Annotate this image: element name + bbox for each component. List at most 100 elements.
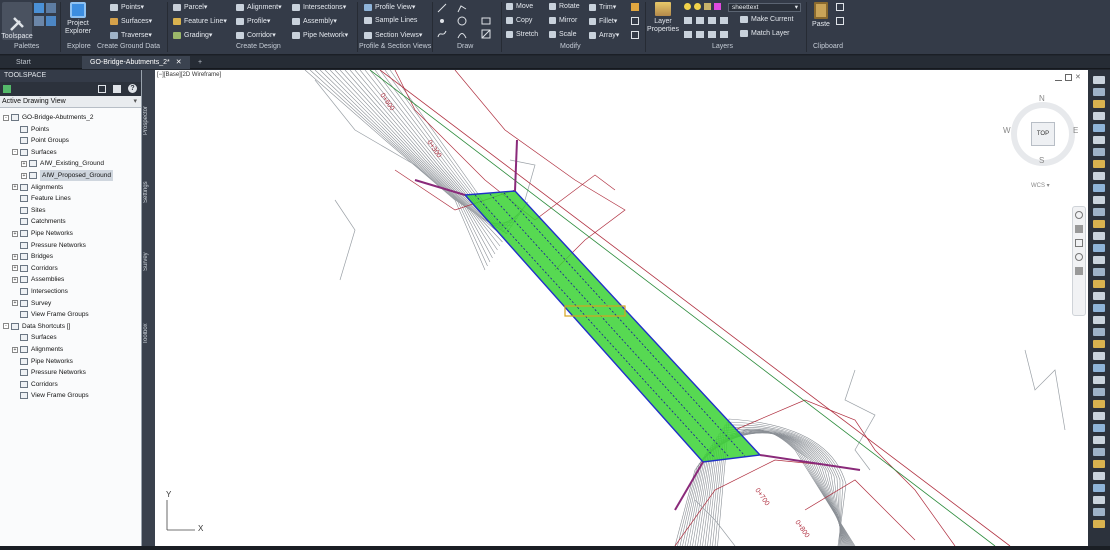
offset-icon[interactable] [631, 31, 639, 39]
lock-icon[interactable] [704, 3, 711, 10]
tab-toolbox[interactable]: Toolbox [143, 318, 154, 350]
drawing-icon[interactable] [3, 85, 11, 93]
traverse-button[interactable]: Traverse ▾ [110, 31, 152, 39]
tool-icon[interactable] [1093, 496, 1105, 504]
stretch-button[interactable]: Stretch [506, 31, 538, 38]
tool-icon[interactable] [1093, 172, 1105, 180]
modify-extra-icons[interactable] [631, 3, 641, 39]
tree-node[interactable]: Catchments [0, 216, 66, 227]
showmotion-icon[interactable] [1075, 267, 1083, 275]
drawing-svg[interactable]: 0+600 0+300 0+700 0+800 [155, 70, 1088, 546]
copy-clip-icon[interactable] [836, 17, 844, 25]
corridor-button[interactable]: Corridor ▾ [236, 31, 276, 39]
grid-icon[interactable] [113, 85, 121, 93]
pan-icon[interactable] [1075, 225, 1083, 233]
compass-south[interactable]: S [1039, 156, 1044, 165]
alignment-button[interactable]: Alignment ▾ [236, 3, 282, 11]
profile-view-button[interactable]: Profile View ▾ [364, 3, 415, 11]
tool-icon[interactable] [1093, 520, 1105, 528]
expand-toggle-icon[interactable]: - [3, 323, 9, 330]
toolspace-button[interactable]: Toolspace [1, 2, 33, 40]
tool-icon[interactable] [1093, 196, 1105, 204]
tree-node[interactable]: - GO-Bridge-Abutments_2 [0, 112, 94, 123]
palette-icons[interactable] [34, 3, 58, 37]
tool-icon[interactable] [1093, 232, 1105, 240]
expand-toggle-icon[interactable]: + [12, 300, 18, 307]
tool-icon[interactable] [1093, 412, 1105, 420]
tree-node[interactable]: Sites [0, 205, 45, 216]
tab-survey[interactable]: Survey [143, 248, 154, 276]
expand-toggle-icon[interactable]: - [12, 149, 18, 156]
close-icon[interactable]: ✕ [1075, 74, 1082, 81]
tool-icon[interactable] [1093, 376, 1105, 384]
layers-icon[interactable] [46, 3, 56, 13]
tree-node[interactable]: Intersections [0, 286, 68, 297]
paste-button[interactable]: Paste [809, 2, 833, 40]
pipe-network-button[interactable]: Pipe Network ▾ [292, 31, 348, 39]
drawing-canvas[interactable]: 0+600 0+300 0+700 0+800 [−][Base][2D Wir… [155, 70, 1088, 546]
expand-toggle-icon[interactable]: + [12, 184, 18, 191]
expand-toggle-icon[interactable]: + [21, 160, 27, 167]
toolspace-header[interactable]: TOOLSPACE [0, 70, 141, 82]
viewport-window-controls[interactable]: ✕ [1055, 74, 1082, 81]
new-tab-button[interactable]: + [190, 56, 210, 69]
tool-icon[interactable] [1093, 136, 1105, 144]
tool-icon[interactable] [1093, 124, 1105, 132]
rotate-button[interactable]: Rotate [549, 3, 580, 10]
layer-tools-row1[interactable] [684, 17, 730, 26]
array-button[interactable]: Array ▾ [589, 31, 619, 39]
wcs-menu[interactable]: WCS ▾ [1031, 182, 1050, 189]
tab-drawing[interactable]: GO-Bridge-Abutments_2* ✕ [82, 56, 190, 69]
polyline-icon[interactable] [457, 3, 467, 13]
navigation-bar[interactable] [1072, 206, 1086, 316]
mirror-button[interactable]: Mirror [549, 17, 577, 24]
tool-icon[interactable] [1093, 100, 1105, 108]
tree-node[interactable]: + AIW_Existing_Ground [0, 158, 104, 169]
tool-icon[interactable] [1093, 352, 1105, 360]
modify-panel-title[interactable]: Modify [560, 43, 581, 50]
tree-node[interactable]: Points [0, 124, 49, 135]
copy-button[interactable]: Copy [506, 17, 532, 24]
tree-node[interactable]: Pressure Networks [0, 367, 86, 378]
properties-icon[interactable] [34, 3, 44, 13]
steering-wheel-icon[interactable] [1075, 211, 1083, 219]
expand-toggle-icon[interactable]: + [12, 265, 18, 272]
tree-node[interactable]: + Corridors [0, 263, 58, 274]
tool-icon[interactable] [1093, 340, 1105, 348]
tree-node[interactable]: View Frame Groups [0, 390, 89, 401]
draw-tools[interactable] [437, 3, 499, 39]
minimize-icon[interactable] [1055, 74, 1062, 81]
tree-node[interactable]: - Data Shortcuts [] [0, 321, 70, 332]
sun-icon[interactable] [694, 3, 701, 10]
layer-properties-button[interactable]: Layer Properties [647, 2, 679, 40]
palettes-panel-title[interactable]: Palettes [14, 43, 39, 50]
orbit-icon[interactable] [1075, 253, 1083, 261]
compass-west[interactable]: W [1003, 126, 1011, 135]
tab-settings[interactable]: Settings [143, 174, 154, 210]
trim-button[interactable]: Trim ▾ [589, 3, 616, 11]
tree-node[interactable]: + Alignments [0, 182, 63, 193]
tool-icon[interactable] [1093, 148, 1105, 156]
line-icon[interactable] [437, 3, 447, 13]
tool-icon[interactable] [1093, 280, 1105, 288]
tree-node[interactable]: - Surfaces [0, 147, 57, 158]
tree-node[interactable]: + Pipe Networks [0, 228, 73, 239]
hatch-icon[interactable] [481, 29, 491, 39]
help-icon[interactable]: ? [128, 84, 137, 93]
tool-icon[interactable] [1093, 208, 1105, 216]
tool-icon[interactable] [1093, 220, 1105, 228]
section-views-button[interactable]: Section Views ▾ [364, 31, 422, 39]
tool-icon[interactable] [1093, 424, 1105, 432]
intersections-button[interactable]: Intersections ▾ [292, 3, 346, 11]
view-selector[interactable]: Active Drawing View ▾ [0, 96, 141, 108]
rectangle-icon[interactable] [481, 16, 491, 26]
layer-dropdown[interactable]: sheettext ▾ [728, 3, 801, 12]
tree-node[interactable]: + Assemblies [0, 274, 64, 285]
compass-east[interactable]: E [1073, 126, 1078, 135]
assembly-button[interactable]: Assembly ▾ [292, 17, 337, 25]
expand-toggle-icon[interactable]: + [12, 276, 18, 283]
clipboard-extra[interactable] [836, 3, 846, 39]
tree-node[interactable]: View Frame Groups [0, 309, 89, 320]
sample-lines-button[interactable]: Sample Lines [364, 17, 417, 24]
tool-icon[interactable] [1093, 256, 1105, 264]
